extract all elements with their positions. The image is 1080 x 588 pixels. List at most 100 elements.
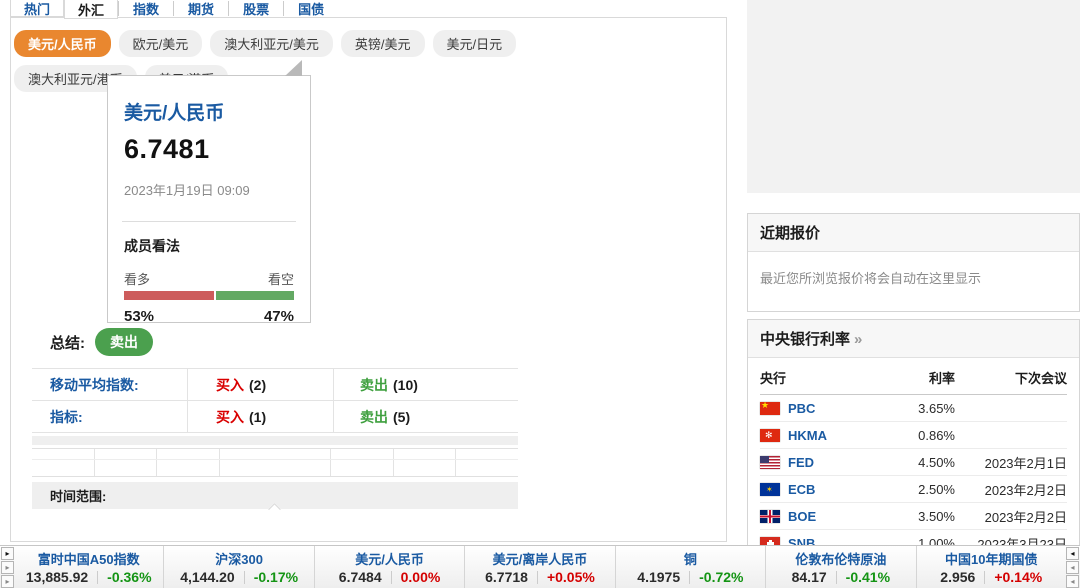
quote-title-link[interactable]: 美元/人民币 xyxy=(124,98,296,125)
quote-popover: 美元/人民币 6.7481 2023年1月19日 09:09 成员看法 看多 看… xyxy=(107,75,311,323)
central-bank-header: 中央银行利率» xyxy=(748,320,1079,358)
popover-arrow-icon xyxy=(285,60,302,76)
central-bank-table: 央行 利率 下次会议 PBC 3.65% xyxy=(748,358,1079,561)
pair-pill[interactable]: 英镑/美元 xyxy=(341,30,425,57)
ticker-last-price: 6.7718 xyxy=(485,569,528,585)
ticker-divider xyxy=(984,571,985,584)
bank-link[interactable]: ECB xyxy=(788,482,815,497)
signal-sell-cell: 卖出 (5) xyxy=(334,401,518,432)
bank-link[interactable]: BOE xyxy=(788,509,816,524)
ticker-change-percent: -0.72% xyxy=(699,569,743,585)
ticker-scroll-right-icon[interactable] xyxy=(1066,575,1079,588)
bank-next-meeting: 2023年2月1日 xyxy=(955,453,1067,472)
market-tab-label: 国债 xyxy=(298,0,324,18)
ticker-scroll-left-icon[interactable] xyxy=(1,561,14,574)
central-bank-row: BOE 3.50% 2023年2月2日 xyxy=(760,503,1067,530)
buy-count: (1) xyxy=(249,409,266,425)
timeframe-label: 时间范围: xyxy=(50,486,106,505)
central-bank-row: PBC 3.65% xyxy=(760,395,1067,422)
buy-count: (2) xyxy=(249,377,266,393)
market-tab-label: 热门 xyxy=(24,0,50,18)
pair-pill-label: 英镑/美元 xyxy=(355,37,411,52)
active-timeframe-notch xyxy=(268,503,281,516)
bank-rate: 3.50% xyxy=(911,509,955,524)
market-tab[interactable]: 股票 xyxy=(228,1,283,16)
ticker-instrument-link[interactable]: 伦敦布伦特原油 xyxy=(795,549,886,568)
market-tab-label: 期货 xyxy=(188,0,214,18)
ticker-collapse-icon[interactable] xyxy=(1066,547,1079,560)
bank-rate: 0.86% xyxy=(911,428,955,443)
pair-pill[interactable]: 澳大利亚元/美元 xyxy=(210,30,333,57)
ticker-instrument-link[interactable]: 美元/人民币 xyxy=(355,549,424,568)
market-tab[interactable]: 期货 xyxy=(173,1,228,16)
market-tab[interactable]: 国债 xyxy=(283,1,338,16)
ticker-instrument-link[interactable]: 中国10年期国债 xyxy=(945,549,1037,568)
bank-cell: BOE xyxy=(760,509,911,524)
market-tab-label: 股票 xyxy=(243,0,269,18)
bank-link[interactable]: FED xyxy=(788,455,814,470)
pivot-header-cell xyxy=(32,449,95,459)
ticker-last-price: 84.17 xyxy=(792,569,827,585)
ticker-instrument-link[interactable]: 沪深300 xyxy=(215,549,263,568)
ticker-bar: 富时中国A50指数 13,885.92 -0.36% 沪深300 4,144.2… xyxy=(0,545,1080,588)
signals-table: 移动平均指数: 买入 (2) 卖出 (10) 指标: 买入 xyxy=(32,368,518,433)
ticker-values: 84.17 -0.41% xyxy=(792,569,890,585)
ticker-values: 2.956 +0.14% xyxy=(940,569,1042,585)
ticker-instrument-link[interactable]: 富时中国A50指数 xyxy=(38,549,140,568)
sell-label: 卖出 xyxy=(360,375,388,395)
market-tab-label: 外汇 xyxy=(78,0,104,19)
market-tab[interactable]: 指数 xyxy=(118,1,173,16)
ticker-scroll-right-icon[interactable] xyxy=(1066,561,1079,574)
pair-pill[interactable]: 美元/人民币 xyxy=(14,30,111,57)
pair-pill-label: 美元/日元 xyxy=(447,37,503,52)
section-separator xyxy=(32,436,518,445)
ticker-change-percent: +0.14% xyxy=(994,569,1042,585)
forex-page: 热门 外汇 指数 期货 股票 国债 美元/人民币 欧元/美元 澳大利亚元/美元 xyxy=(0,0,1080,588)
flag-icon xyxy=(760,483,780,496)
signal-name-link[interactable]: 移动平均指数: xyxy=(32,369,188,400)
bank-link[interactable]: HKMA xyxy=(788,428,827,443)
quote-price: 6.7481 xyxy=(124,134,296,165)
pivot-header-cell xyxy=(456,449,518,459)
pivot-header-cell xyxy=(95,449,158,459)
ticker-values: 13,885.92 -0.36% xyxy=(26,569,152,585)
pivot-value-cell xyxy=(32,460,95,476)
market-tab[interactable]: 热门 xyxy=(10,0,64,17)
ticker-scroll-left-icon[interactable] xyxy=(1,575,14,588)
ticker-last-price: 13,885.92 xyxy=(26,569,88,585)
ad-placeholder xyxy=(747,0,1080,193)
bear-label: 看空 xyxy=(268,269,294,288)
bank-cell: ECB xyxy=(760,482,911,497)
pair-pill[interactable]: 欧元/美元 xyxy=(119,30,203,57)
pivot-value-cell xyxy=(394,460,457,476)
market-tab[interactable]: 外汇 xyxy=(64,0,118,19)
ticker-values: 6.7718 +0.05% xyxy=(485,569,595,585)
recent-quotes-title: 近期报价 xyxy=(748,214,1079,252)
central-bank-row: HKMA 0.86% xyxy=(760,422,1067,449)
signal-row: 指标: 买入 (1) 卖出 (5) xyxy=(32,401,518,433)
quote-timestamp: 2023年1月19日 09:09 xyxy=(124,180,296,199)
forex-panel: 美元/人民币 欧元/美元 澳大利亚元/美元 英镑/美元 美元/日元 澳大利亚元/… xyxy=(10,17,727,542)
ticker-last-price: 6.7484 xyxy=(339,569,382,585)
ticker-expand-icon[interactable] xyxy=(1,547,14,560)
central-bank-title: 中央银行利率 xyxy=(760,331,850,348)
more-link[interactable]: » xyxy=(854,331,862,348)
ticker-divider xyxy=(244,571,245,584)
bank-cell: PBC xyxy=(760,401,911,416)
bear-percent: 47% xyxy=(264,308,294,325)
sell-count: (10) xyxy=(393,377,418,393)
ticker-instrument-link[interactable]: 铜 xyxy=(684,549,697,568)
flag-icon xyxy=(760,402,780,415)
bank-link[interactable]: PBC xyxy=(788,401,815,416)
pair-pill-label: 欧元/美元 xyxy=(133,37,189,52)
ticker-items: 富时中国A50指数 13,885.92 -0.36% 沪深300 4,144.2… xyxy=(14,546,1066,588)
ticker-item: 中国10年期国债 2.956 +0.14% xyxy=(917,546,1066,588)
pivot-header-cell xyxy=(157,449,220,459)
sell-label: 卖出 xyxy=(360,407,388,427)
pair-pill[interactable]: 美元/日元 xyxy=(433,30,517,57)
pair-pill-label: 澳大利亚元/美元 xyxy=(224,37,319,52)
signal-name-link[interactable]: 指标: xyxy=(32,401,188,432)
ticker-change-percent: -0.17% xyxy=(254,569,298,585)
ticker-instrument-link[interactable]: 美元/离岸人民币 xyxy=(493,549,588,568)
col-rate: 利率 xyxy=(911,368,955,387)
